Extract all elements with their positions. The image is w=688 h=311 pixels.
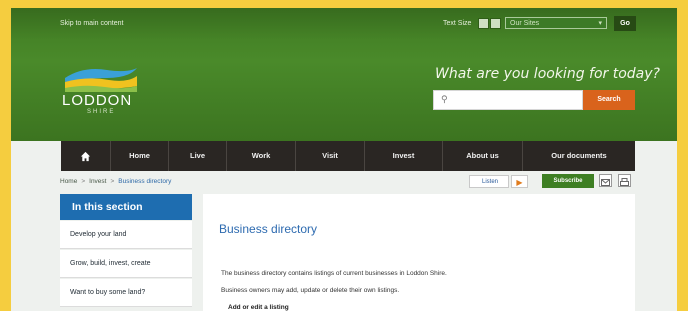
text-size-decrease-button[interactable] bbox=[478, 18, 489, 29]
main-content: Business directory The business director… bbox=[203, 194, 635, 311]
brand-name: LODDON bbox=[62, 92, 133, 109]
subscribe-button[interactable]: Subscribe bbox=[542, 174, 594, 188]
our-sites-select-value: Our Sites bbox=[510, 20, 540, 27]
owners-paragraph: Business owners may add, update or delet… bbox=[221, 287, 400, 294]
main-navigation: Home Live Work Visit Invest About us Our… bbox=[61, 141, 635, 171]
page-frame: Skip to main content Text Size Our Sites… bbox=[11, 8, 677, 311]
add-listing-link[interactable]: Add or edit a listing bbox=[228, 304, 289, 311]
search-button[interactable]: Search bbox=[583, 90, 635, 110]
loddon-logo-icon[interactable] bbox=[63, 64, 139, 92]
header-tagline: What are you looking for today? bbox=[435, 66, 660, 82]
text-size-label: Text Size bbox=[443, 20, 472, 27]
page-title: Business directory bbox=[219, 222, 318, 236]
breadcrumb-home[interactable]: Home bbox=[60, 178, 77, 185]
nav-item-our-documents[interactable]: Our documents bbox=[523, 141, 635, 171]
nav-item-about-us[interactable]: About us bbox=[443, 141, 523, 171]
our-sites-select[interactable]: Our Sites ▾ bbox=[505, 17, 607, 29]
chevron-down-icon: ▾ bbox=[598, 20, 602, 27]
go-button[interactable]: Go bbox=[614, 16, 636, 31]
intro-paragraph: The business directory contains listings… bbox=[221, 270, 447, 277]
breadcrumb-separator: > bbox=[110, 178, 115, 185]
breadcrumb-separator: > bbox=[81, 178, 86, 185]
skip-link[interactable]: Skip to main content bbox=[60, 20, 123, 27]
breadcrumb: Home > Invest > Business directory bbox=[60, 178, 171, 185]
listen-button[interactable]: Listen bbox=[469, 175, 509, 188]
breadcrumb-invest[interactable]: Invest bbox=[89, 178, 106, 185]
nav-item-invest[interactable]: Invest bbox=[365, 141, 443, 171]
print-icon[interactable] bbox=[618, 174, 631, 187]
nav-item-live[interactable]: Live bbox=[169, 141, 227, 171]
search-input[interactable]: ⚲ bbox=[433, 90, 583, 110]
search-icon: ⚲ bbox=[441, 94, 448, 104]
sidebar-item-develop-your-land[interactable]: Develop your land bbox=[60, 221, 192, 249]
breadcrumb-current: Business directory bbox=[118, 178, 172, 185]
home-icon bbox=[80, 151, 91, 161]
sidebar-item-buy-land[interactable]: Want to buy some land? bbox=[60, 279, 192, 307]
nav-item-home[interactable]: Home bbox=[111, 141, 169, 171]
text-size-increase-button[interactable] bbox=[490, 18, 501, 29]
sidebar-item-grow-build-invest[interactable]: Grow, build, invest, create bbox=[60, 250, 192, 278]
brand-subtitle: SHIRE bbox=[87, 109, 116, 115]
nav-home-icon-item[interactable] bbox=[61, 141, 111, 171]
nav-item-visit[interactable]: Visit bbox=[296, 141, 365, 171]
nav-item-work[interactable]: Work bbox=[227, 141, 296, 171]
play-icon[interactable]: ▶ bbox=[511, 175, 528, 188]
email-icon[interactable] bbox=[599, 174, 612, 187]
sidebar-title: In this section bbox=[60, 194, 192, 220]
